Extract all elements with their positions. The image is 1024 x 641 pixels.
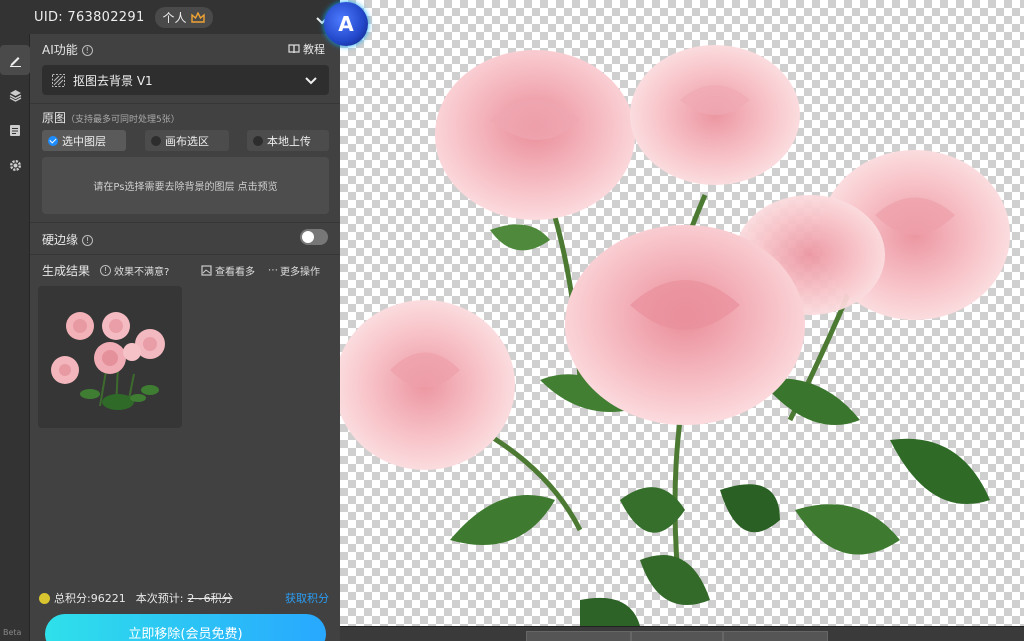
document-icon[interactable] — [0, 115, 30, 145]
feedback-link[interactable]: ! 效果不满意? — [100, 263, 169, 278]
beta-label: Beta — [3, 628, 22, 637]
result-thumbnail[interactable] — [38, 286, 182, 428]
uid-label: UID: 763802291 — [34, 9, 145, 25]
view-more-link[interactable]: 查看看多 — [201, 263, 255, 278]
function-select-value: 抠图去背景 V1 — [73, 73, 153, 88]
remove-button-label: 立即移除(会员免费) — [128, 627, 243, 641]
tutorial-link[interactable]: 教程 — [288, 41, 325, 57]
canvas-status-strip — [340, 626, 1024, 641]
info-icon: ! — [100, 265, 111, 276]
divider — [30, 103, 340, 104]
app-float-icon[interactable]: A — [324, 2, 368, 46]
ai-function-title: AI功能! — [42, 41, 93, 58]
rose-bouquet-thumbnail — [51, 312, 165, 410]
status-tab[interactable] — [723, 631, 828, 641]
more-dots-icon: ⋯ — [268, 265, 278, 276]
tutorial-label: 教程 — [303, 43, 325, 56]
source-option-local-upload[interactable]: 本地上传 — [247, 130, 329, 151]
brush-icon[interactable] — [0, 45, 30, 75]
source-drop-area[interactable]: 请在Ps选择需要去除背景的图层 点击预览 — [42, 157, 329, 214]
source-label: 原图 — [42, 111, 67, 125]
results-title: 生成结果 — [42, 262, 90, 279]
points-row: 总积分:96221 本次预计: 2~6积分 — [39, 590, 233, 606]
coin-icon — [39, 592, 50, 604]
more-actions-link[interactable]: ⋯ 更多操作 — [268, 263, 320, 278]
total-points: 总积分:96221 — [54, 592, 126, 605]
function-select[interactable]: 抠图去背景 V1 — [42, 65, 329, 95]
toggle-knob — [302, 231, 314, 243]
results-label: 生成结果 — [42, 264, 91, 278]
radio-icon — [253, 135, 263, 146]
estimate-label: 本次预计: — [135, 592, 184, 605]
get-points-link[interactable]: 获取积分 — [285, 590, 329, 606]
source-hint: （支持最多可同时处理5张） — [66, 115, 180, 125]
radio-icon — [151, 135, 161, 146]
cutout-icon — [52, 73, 65, 87]
source-option-label: 本地上传 — [267, 134, 311, 148]
book-icon — [288, 44, 300, 54]
info-icon[interactable]: ! — [82, 235, 94, 246]
source-title: 原图（支持最多可同时处理5张） — [42, 109, 180, 126]
icon-rail: Beta — [0, 0, 30, 641]
hard-edge-label: 硬边缘 — [42, 233, 79, 247]
drop-hint: 请在Ps选择需要去除背景的图层 点击预览 — [93, 182, 278, 193]
source-option-label: 选中图层 — [62, 134, 106, 148]
chevron-down-icon — [305, 74, 317, 88]
crown-icon — [190, 11, 205, 23]
view-more-label: 查看看多 — [215, 267, 255, 278]
source-option-selected-layer[interactable]: 选中图层 — [42, 130, 126, 151]
layers-icon[interactable] — [0, 80, 30, 110]
rose-image — [340, 45, 1010, 626]
hard-edge-toggle[interactable] — [300, 229, 328, 245]
gallery-icon — [201, 265, 212, 276]
persona-label: 个人 — [162, 10, 187, 25]
ai-function-label: AI功能 — [42, 43, 78, 57]
source-option-canvas-selection[interactable]: 画布选区 — [145, 130, 229, 151]
function-panel: AI功能! 教程 抠图去背景 V1 原图（支持最多可同时处理5张） 选中图层 画… — [30, 0, 340, 641]
divider — [30, 254, 340, 255]
account-bar: UID: 763802291 个人 — [0, 0, 340, 34]
info-icon[interactable]: ! — [81, 45, 93, 56]
document-canvas[interactable] — [340, 0, 1024, 626]
remove-background-button[interactable]: 立即移除(会员免费) — [45, 614, 326, 641]
radio-checked-icon — [48, 135, 58, 146]
status-tab[interactable] — [526, 631, 631, 641]
gear-icon[interactable] — [0, 150, 30, 180]
status-tab[interactable] — [631, 631, 723, 641]
estimate-value: 2~6积分 — [187, 592, 233, 605]
divider — [30, 222, 340, 223]
hard-edge-row: 硬边缘! — [42, 231, 94, 248]
persona-badge[interactable]: 个人 — [154, 6, 213, 28]
feedback-label: 效果不满意? — [114, 267, 170, 278]
source-option-label: 画布选区 — [165, 134, 209, 148]
more-actions-label: 更多操作 — [280, 267, 320, 278]
